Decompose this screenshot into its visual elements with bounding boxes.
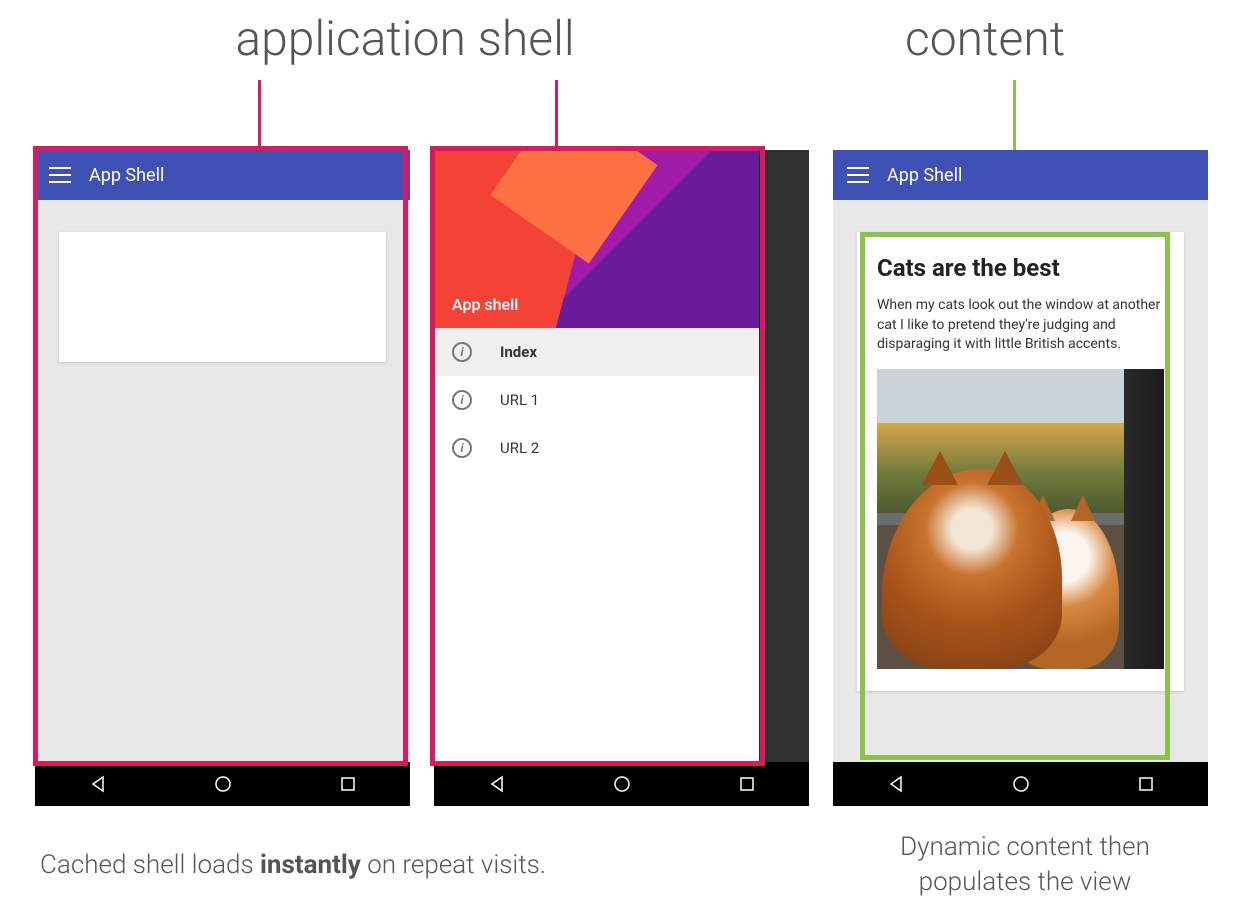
- caption-text: Cached shell loads: [40, 850, 260, 880]
- home-icon[interactable]: [214, 775, 232, 793]
- drawer-header: App shell: [434, 150, 759, 328]
- android-nav-bar: [35, 762, 410, 806]
- content-body-text: When my cats look out the window at anot…: [877, 296, 1164, 355]
- drawer-item-label: URL 1: [500, 391, 539, 409]
- back-icon[interactable]: [887, 775, 905, 793]
- caption-shell: Cached shell loads instantly on repeat v…: [40, 850, 760, 880]
- caption-text: on repeat visits.: [361, 850, 546, 880]
- phone-shell-drawer: App shell i Index i URL 1 i URL 2: [434, 150, 809, 806]
- info-icon: i: [452, 342, 472, 362]
- back-icon[interactable]: [89, 775, 107, 793]
- drawer-header-title: App shell: [452, 295, 518, 314]
- drawer-item-label: URL 2: [500, 439, 539, 457]
- drawer-list: i Index i URL 1 i URL 2: [434, 328, 759, 472]
- android-nav-bar: [434, 762, 809, 806]
- hamburger-menu-icon[interactable]: [847, 167, 869, 183]
- app-bar: App Shell: [833, 150, 1208, 200]
- title-content: content: [905, 10, 1065, 67]
- drawer-item-url2[interactable]: i URL 2: [434, 424, 759, 472]
- recents-icon[interactable]: [1138, 776, 1154, 792]
- caption-content: Dynamic content then populates the view: [845, 830, 1205, 900]
- phone-shell-empty: App Shell: [35, 150, 410, 806]
- drawer-item-label: Index: [500, 343, 537, 361]
- connector-line: [258, 80, 261, 148]
- caption-bold: instantly: [260, 850, 361, 880]
- info-icon: i: [452, 390, 472, 410]
- phone-content-loaded: App Shell Cats are the best When my cats…: [833, 150, 1208, 806]
- placeholder-card: [59, 232, 386, 362]
- content-image: [877, 369, 1164, 669]
- phone-body: App shell i Index i URL 1 i URL 2: [434, 150, 809, 762]
- app-bar: App Shell: [35, 150, 410, 200]
- hamburger-menu-icon[interactable]: [49, 167, 71, 183]
- cat-illustration: [882, 469, 1062, 669]
- home-icon[interactable]: [613, 775, 631, 793]
- app-title: App Shell: [887, 165, 962, 186]
- connector-line: [555, 80, 558, 148]
- window-frame: [1124, 369, 1164, 669]
- recents-icon[interactable]: [340, 776, 356, 792]
- navigation-drawer: App shell i Index i URL 1 i URL 2: [434, 150, 759, 762]
- info-icon: i: [452, 438, 472, 458]
- title-application-shell: application shell: [175, 10, 635, 67]
- content-card: Cats are the best When my cats look out …: [857, 232, 1184, 691]
- content-heading: Cats are the best: [877, 254, 1164, 282]
- app-title: App Shell: [89, 165, 164, 186]
- phone-body: Cats are the best When my cats look out …: [833, 200, 1208, 762]
- home-icon[interactable]: [1012, 775, 1030, 793]
- back-icon[interactable]: [488, 775, 506, 793]
- recents-icon[interactable]: [739, 776, 755, 792]
- drawer-item-url1[interactable]: i URL 1: [434, 376, 759, 424]
- drawer-item-index[interactable]: i Index: [434, 328, 759, 376]
- android-nav-bar: [833, 762, 1208, 806]
- phone-body: [35, 200, 410, 762]
